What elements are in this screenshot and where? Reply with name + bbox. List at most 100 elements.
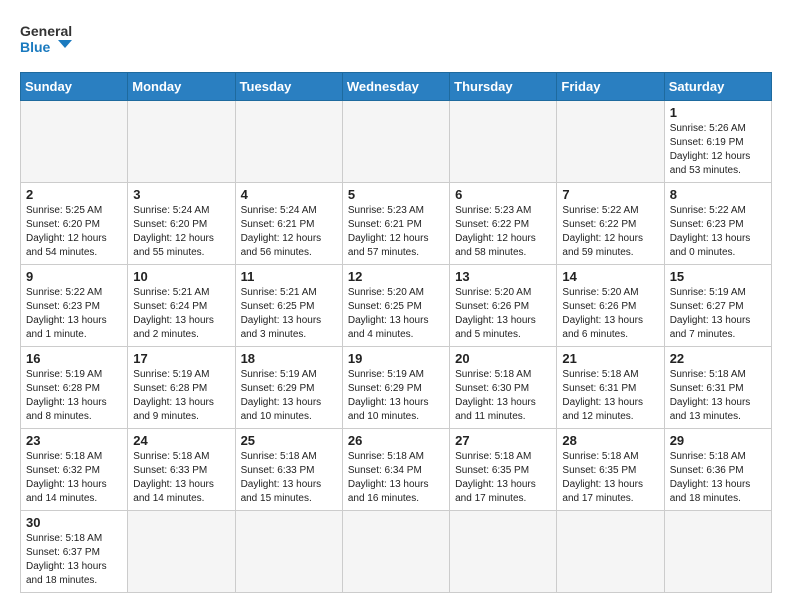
day-number: 13 <box>455 269 551 284</box>
day-number: 30 <box>26 515 122 530</box>
calendar-cell: 20 Sunrise: 5:18 AM Sunset: 6:30 PM Dayli… <box>450 347 557 429</box>
weekday-saturday: Saturday <box>664 73 771 101</box>
logo: General Blue <box>20 16 80 60</box>
day-number: 12 <box>348 269 444 284</box>
calendar-cell: 6 Sunrise: 5:23 AM Sunset: 6:22 PM Daylig… <box>450 183 557 265</box>
day-info: Sunrise: 5:18 AM Sunset: 6:31 PM Dayligh… <box>562 368 658 424</box>
day-info: Sunrise: 5:22 AM Sunset: 6:22 PM Dayligh… <box>562 204 658 260</box>
day-info: Sunrise: 5:19 AM Sunset: 6:28 PM Dayligh… <box>26 368 122 424</box>
day-info: Sunrise: 5:20 AM Sunset: 6:26 PM Dayligh… <box>455 286 551 342</box>
svg-text:General: General <box>20 23 72 39</box>
day-info: Sunrise: 5:18 AM Sunset: 6:34 PM Dayligh… <box>348 450 444 506</box>
day-number: 27 <box>455 433 551 448</box>
calendar-cell: 23Sunrise: 5:18 AM Sunset: 6:32 PM Dayli… <box>21 429 128 511</box>
day-number: 23 <box>26 433 122 448</box>
week-row-4: 23Sunrise: 5:18 AM Sunset: 6:32 PM Dayli… <box>21 429 772 511</box>
calendar-table: SundayMondayTuesdayWednesdayThursdayFrid… <box>20 72 772 593</box>
day-info: Sunrise: 5:18 AM Sunset: 6:33 PM Dayligh… <box>241 450 337 506</box>
calendar-cell <box>450 511 557 593</box>
calendar-cell: 21 Sunrise: 5:18 AM Sunset: 6:31 PM Dayli… <box>557 347 664 429</box>
calendar-cell: 25Sunrise: 5:18 AM Sunset: 6:33 PM Dayli… <box>235 429 342 511</box>
day-info: Sunrise: 5:18 AM Sunset: 6:31 PM Dayligh… <box>670 368 766 424</box>
calendar-cell: 17 Sunrise: 5:19 AM Sunset: 6:28 PM Dayli… <box>128 347 235 429</box>
day-number: 19 <box>348 351 444 366</box>
logo-wrapper: General Blue <box>20 16 80 60</box>
week-row-5: 30 Sunrise: 5:18 AM Sunset: 6:37 PM Dayli… <box>21 511 772 593</box>
day-number: 18 <box>241 351 337 366</box>
calendar-cell <box>664 511 771 593</box>
day-info: Sunrise: 5:19 AM Sunset: 6:28 PM Dayligh… <box>133 368 229 424</box>
calendar-cell <box>128 511 235 593</box>
calendar-cell: 30 Sunrise: 5:18 AM Sunset: 6:37 PM Dayli… <box>21 511 128 593</box>
calendar-cell: 9 Sunrise: 5:22 AM Sunset: 6:23 PM Daylig… <box>21 265 128 347</box>
calendar-cell: 5Sunrise: 5:23 AM Sunset: 6:21 PM Daylig… <box>342 183 449 265</box>
svg-text:Blue: Blue <box>20 39 51 55</box>
day-info: Sunrise: 5:24 AM Sunset: 6:20 PM Dayligh… <box>133 204 229 260</box>
calendar-cell <box>342 101 449 183</box>
day-number: 26 <box>348 433 444 448</box>
day-number: 28 <box>562 433 658 448</box>
day-number: 14 <box>562 269 658 284</box>
day-info: Sunrise: 5:22 AM Sunset: 6:23 PM Dayligh… <box>26 286 122 342</box>
weekday-wednesday: Wednesday <box>342 73 449 101</box>
day-info: Sunrise: 5:18 AM Sunset: 6:36 PM Dayligh… <box>670 450 766 506</box>
calendar-cell: 24 Sunrise: 5:18 AM Sunset: 6:33 PM Dayli… <box>128 429 235 511</box>
calendar-cell: 16 Sunrise: 5:19 AM Sunset: 6:28 PM Dayli… <box>21 347 128 429</box>
calendar-cell: 4 Sunrise: 5:24 AM Sunset: 6:21 PM Daylig… <box>235 183 342 265</box>
calendar-cell <box>557 511 664 593</box>
day-number: 17 <box>133 351 229 366</box>
week-row-1: 2Sunrise: 5:25 AM Sunset: 6:20 PM Daylig… <box>21 183 772 265</box>
day-info: Sunrise: 5:18 AM Sunset: 6:30 PM Dayligh… <box>455 368 551 424</box>
day-number: 4 <box>241 187 337 202</box>
calendar-cell: 11Sunrise: 5:21 AM Sunset: 6:25 PM Dayli… <box>235 265 342 347</box>
day-number: 3 <box>133 187 229 202</box>
day-info: Sunrise: 5:20 AM Sunset: 6:26 PM Dayligh… <box>562 286 658 342</box>
day-number: 10 <box>133 269 229 284</box>
weekday-friday: Friday <box>557 73 664 101</box>
day-number: 21 <box>562 351 658 366</box>
day-number: 20 <box>455 351 551 366</box>
calendar-cell: 28 Sunrise: 5:18 AM Sunset: 6:35 PM Dayli… <box>557 429 664 511</box>
calendar-cell: 15 Sunrise: 5:19 AM Sunset: 6:27 PM Dayli… <box>664 265 771 347</box>
day-info: Sunrise: 5:19 AM Sunset: 6:29 PM Dayligh… <box>348 368 444 424</box>
day-info: Sunrise: 5:19 AM Sunset: 6:29 PM Dayligh… <box>241 368 337 424</box>
calendar-cell: 14 Sunrise: 5:20 AM Sunset: 6:26 PM Dayli… <box>557 265 664 347</box>
week-row-3: 16 Sunrise: 5:19 AM Sunset: 6:28 PM Dayli… <box>21 347 772 429</box>
day-info: Sunrise: 5:18 AM Sunset: 6:33 PM Dayligh… <box>133 450 229 506</box>
day-info: Sunrise: 5:21 AM Sunset: 6:25 PM Dayligh… <box>241 286 337 342</box>
day-number: 16 <box>26 351 122 366</box>
calendar-cell: 2Sunrise: 5:25 AM Sunset: 6:20 PM Daylig… <box>21 183 128 265</box>
weekday-sunday: Sunday <box>21 73 128 101</box>
weekday-tuesday: Tuesday <box>235 73 342 101</box>
calendar-cell: 18 Sunrise: 5:19 AM Sunset: 6:29 PM Dayli… <box>235 347 342 429</box>
calendar-cell: 27Sunrise: 5:18 AM Sunset: 6:35 PM Dayli… <box>450 429 557 511</box>
day-info: Sunrise: 5:23 AM Sunset: 6:22 PM Dayligh… <box>455 204 551 260</box>
day-info: Sunrise: 5:22 AM Sunset: 6:23 PM Dayligh… <box>670 204 766 260</box>
calendar-cell <box>235 511 342 593</box>
calendar-cell: 10Sunrise: 5:21 AM Sunset: 6:24 PM Dayli… <box>128 265 235 347</box>
calendar-cell <box>128 101 235 183</box>
day-number: 1 <box>670 105 766 120</box>
day-info: Sunrise: 5:18 AM Sunset: 6:35 PM Dayligh… <box>562 450 658 506</box>
day-number: 2 <box>26 187 122 202</box>
day-number: 6 <box>455 187 551 202</box>
day-info: Sunrise: 5:18 AM Sunset: 6:37 PM Dayligh… <box>26 532 122 588</box>
calendar-cell <box>342 511 449 593</box>
weekday-thursday: Thursday <box>450 73 557 101</box>
day-number: 15 <box>670 269 766 284</box>
header: General Blue <box>20 16 772 60</box>
week-row-2: 9 Sunrise: 5:22 AM Sunset: 6:23 PM Daylig… <box>21 265 772 347</box>
day-number: 24 <box>133 433 229 448</box>
day-info: Sunrise: 5:24 AM Sunset: 6:21 PM Dayligh… <box>241 204 337 260</box>
day-info: Sunrise: 5:19 AM Sunset: 6:27 PM Dayligh… <box>670 286 766 342</box>
weekday-header-row: SundayMondayTuesdayWednesdayThursdayFrid… <box>21 73 772 101</box>
calendar-cell: 1Sunrise: 5:26 AM Sunset: 6:19 PM Daylig… <box>664 101 771 183</box>
calendar-cell: 19 Sunrise: 5:19 AM Sunset: 6:29 PM Dayli… <box>342 347 449 429</box>
calendar-cell: 13 Sunrise: 5:20 AM Sunset: 6:26 PM Dayli… <box>450 265 557 347</box>
day-number: 9 <box>26 269 122 284</box>
day-number: 8 <box>670 187 766 202</box>
calendar-cell <box>557 101 664 183</box>
calendar-cell <box>450 101 557 183</box>
calendar-cell: 26 Sunrise: 5:18 AM Sunset: 6:34 PM Dayli… <box>342 429 449 511</box>
calendar-cell: 29Sunrise: 5:18 AM Sunset: 6:36 PM Dayli… <box>664 429 771 511</box>
